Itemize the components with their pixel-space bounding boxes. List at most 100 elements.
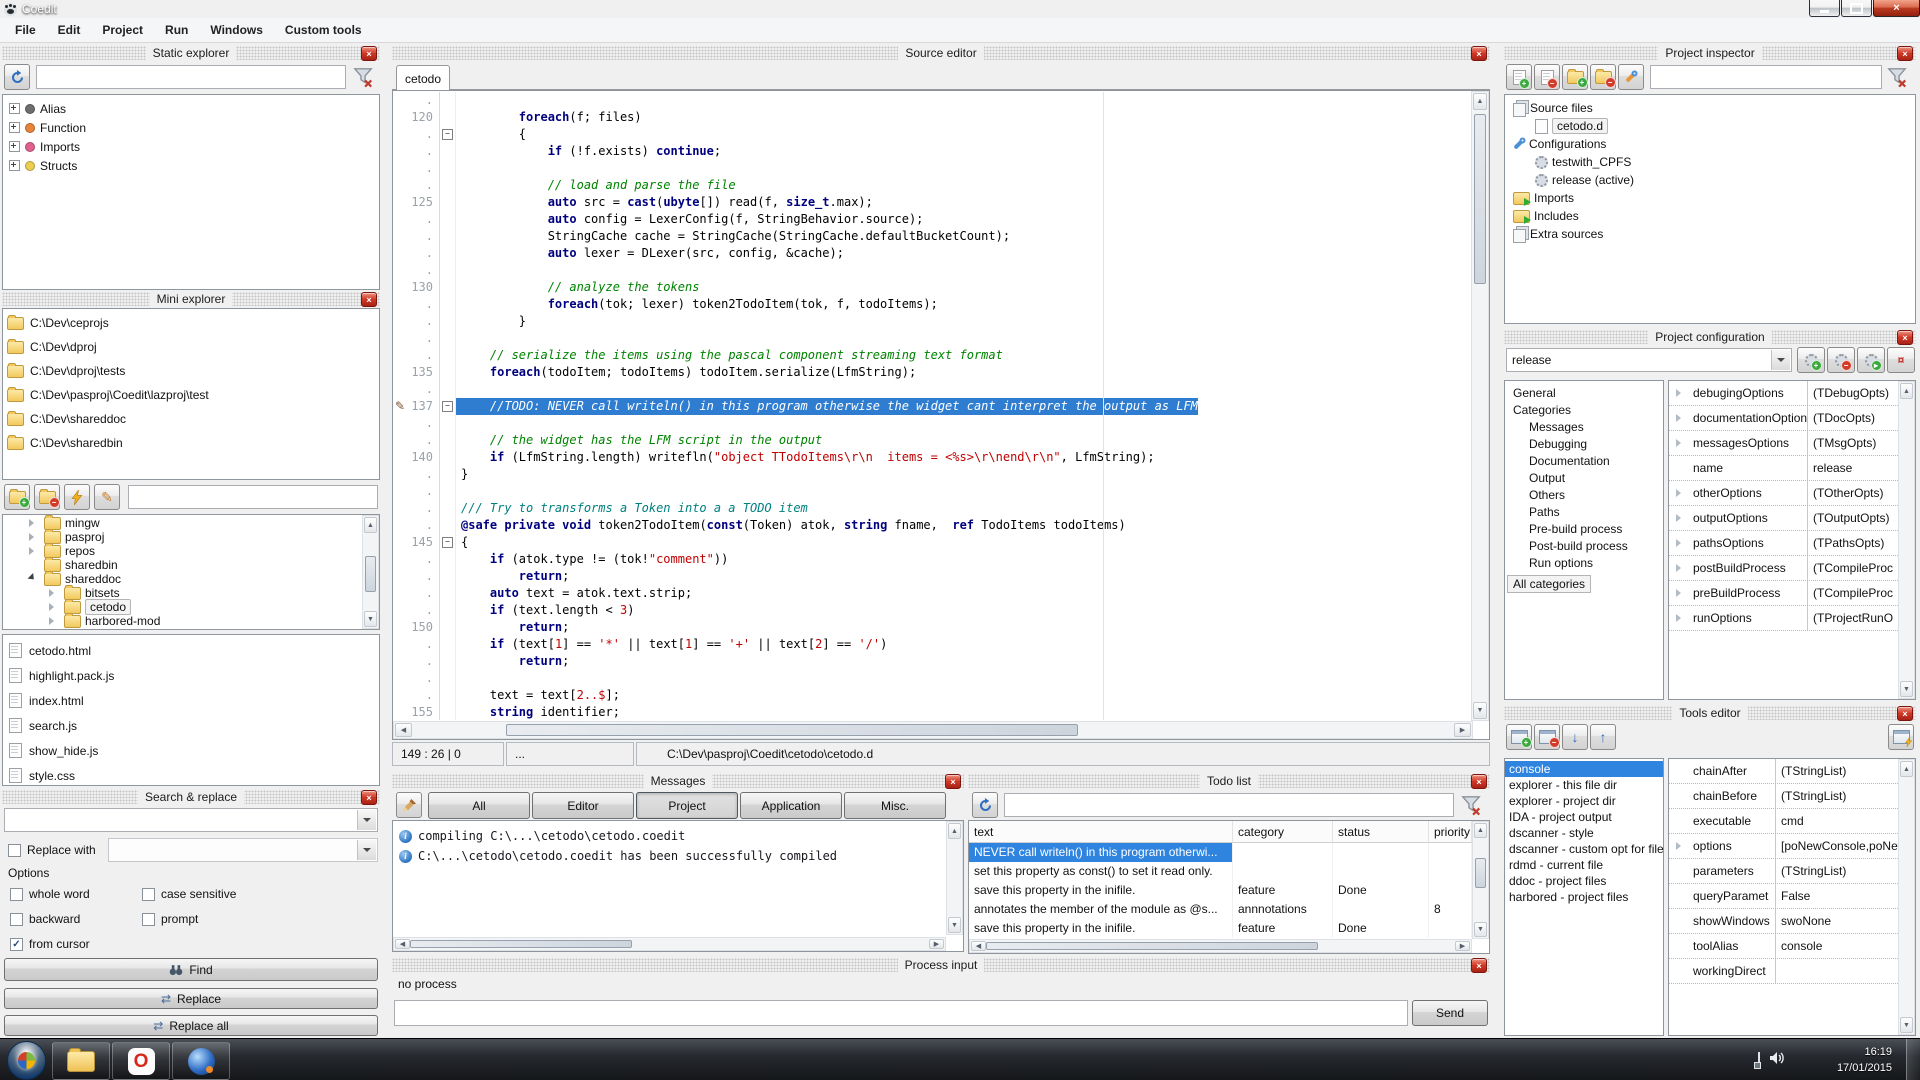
taskbar-clock[interactable]: 16:19 17/01/2015 — [1837, 1044, 1892, 1076]
add-source-button[interactable]: + — [1506, 64, 1532, 90]
expander-icon[interactable] — [1669, 389, 1691, 397]
tool-item-rdmd-current-file[interactable]: rdmd - current file — [1505, 857, 1663, 873]
code-line[interactable]: 130 // analyze the tokens — [393, 279, 1471, 296]
property-row-prebuildprocess[interactable]: preBuildProcess(TCompileProc — [1669, 581, 1898, 606]
collapsed-icon[interactable] — [49, 617, 58, 625]
option-checkbox-whole-word[interactable]: whole word — [10, 886, 142, 902]
editor-vscrollbar[interactable]: ▲ ▼ — [1471, 91, 1489, 721]
close-panel-icon[interactable]: × — [1897, 46, 1913, 61]
configuration-selector[interactable]: release — [1506, 348, 1792, 372]
property-row-executable[interactable]: executablecmd — [1669, 809, 1898, 834]
configuration-categories[interactable]: GeneralCategoriesMessagesDebuggingDocume… — [1504, 380, 1664, 700]
code-line[interactable]: .@safe private void token2TodoItem(const… — [393, 517, 1471, 534]
code-line[interactable]: . — [393, 483, 1471, 500]
tool-item-explorer-project-dir[interactable]: explorer - project dir — [1505, 793, 1663, 809]
tools-vscrollbar[interactable]: ▲ ▼ — [1898, 759, 1915, 1035]
code-line[interactable]: .− { — [393, 126, 1471, 143]
scroll-thumb[interactable] — [1474, 114, 1486, 284]
property-value[interactable]: release — [1808, 461, 1898, 475]
refresh-button[interactable] — [4, 64, 30, 90]
expander-icon[interactable] — [1669, 564, 1691, 572]
todo-row[interactable]: annotates the member of the module as @s… — [969, 900, 1489, 919]
filter-clear-button[interactable] — [352, 66, 374, 88]
expand-plus-icon[interactable] — [9, 160, 20, 171]
tool-item-dscanner-custom-opt-for-file[interactable]: dscanner - custom opt for file — [1505, 841, 1663, 857]
todo-filter-clear-button[interactable] — [1460, 794, 1482, 816]
menu-item-project[interactable]: Project — [91, 18, 154, 42]
collapsed-icon[interactable] — [29, 519, 38, 527]
taskbar-explorer-button[interactable] — [52, 1042, 110, 1080]
code-line[interactable]: . auto config = LexerConfig(f, StringBeh… — [393, 211, 1471, 228]
property-value[interactable]: (TOutputOpts) — [1808, 511, 1898, 525]
doc-file-list[interactable]: cetodo.htmlhighlight.pack.jsindex.htmlse… — [2, 634, 380, 786]
inspector-item-includes[interactable]: Includes — [1505, 207, 1915, 225]
inspector-item-extra-sources[interactable]: Extra sources — [1505, 225, 1915, 243]
category-item-general[interactable]: General — [1505, 385, 1663, 402]
editor-hscrollbar[interactable]: ◀ ▶ — [393, 721, 1473, 739]
scroll-down-icon[interactable]: ▼ — [1900, 1017, 1913, 1033]
expand-plus-icon[interactable] — [9, 122, 20, 133]
replace-history-dropdown[interactable] — [357, 840, 376, 860]
file-item-cetodo-html[interactable]: cetodo.html — [3, 638, 379, 663]
favorite-folder-item[interactable]: C:\Dev\dproj\tests — [3, 359, 379, 383]
scroll-thumb[interactable] — [1475, 858, 1486, 888]
search-history-dropdown[interactable] — [357, 810, 376, 830]
scroll-left-icon[interactable]: ◀ — [971, 941, 986, 951]
close-panel-icon[interactable]: × — [361, 46, 377, 61]
close-panel-icon[interactable]: × — [361, 292, 377, 307]
menu-item-custom-tools[interactable]: Custom tools — [274, 18, 373, 42]
remove-configuration-button[interactable]: − — [1827, 347, 1855, 373]
inspector-item-source-files[interactable]: Source files — [1505, 99, 1915, 117]
folder-tree-scrollbar[interactable]: ▲ ▼ — [362, 515, 379, 629]
property-value[interactable]: (TDocOpts) — [1808, 411, 1898, 425]
tool-item-harbored-project-files[interactable]: harbored - project files — [1505, 889, 1663, 905]
property-value[interactable]: False — [1776, 889, 1898, 903]
checkbox[interactable] — [8, 844, 21, 857]
configuration-dropdown[interactable] — [1771, 350, 1790, 370]
property-row-messagesoptions[interactable]: messagesOptions(TMsgOpts) — [1669, 431, 1898, 456]
category-item-others[interactable]: Others — [1505, 487, 1663, 504]
code-line[interactable]: . — [393, 92, 1471, 109]
property-row-otheroptions[interactable]: otherOptions(TOtherOpts) — [1669, 481, 1898, 506]
tree-folder-harbored-mod[interactable]: harbored-mod — [3, 614, 379, 628]
property-value[interactable]: (TPathsOpts) — [1808, 536, 1898, 550]
option-checkbox-from-cursor[interactable]: ✓from cursor — [10, 936, 142, 952]
category-item-pre-build-process[interactable]: Pre-build process — [1505, 521, 1663, 538]
property-row-chainafter[interactable]: chainAfter(TStringList) — [1669, 759, 1898, 784]
expander-icon[interactable] — [1669, 842, 1691, 850]
process-input-field[interactable] — [394, 1000, 1408, 1026]
inspector-item-configurations[interactable]: Configurations — [1505, 135, 1915, 153]
remove-source-button[interactable]: − — [1534, 64, 1560, 90]
property-value[interactable]: (TStringList) — [1776, 789, 1898, 803]
messages-hscrollbar[interactable]: ◀ ▶ — [393, 937, 946, 951]
property-row-outputoptions[interactable]: outputOptions(TOutputOpts) — [1669, 506, 1898, 531]
expander-icon[interactable] — [1669, 489, 1691, 497]
property-value[interactable]: (TMsgOpts) — [1808, 436, 1898, 450]
code-line[interactable]: . — [393, 160, 1471, 177]
file-item-search-js[interactable]: search.js — [3, 713, 379, 738]
scroll-up-icon[interactable]: ▲ — [948, 823, 961, 839]
scroll-up-icon[interactable]: ▲ — [1900, 761, 1913, 777]
messages-tab-all[interactable]: All — [428, 792, 530, 819]
fold-box-icon[interactable]: − — [442, 129, 453, 140]
scroll-up-icon[interactable]: ▲ — [1900, 383, 1913, 399]
favorite-folder-item[interactable]: C:\Dev\dproj — [3, 335, 379, 359]
property-value[interactable]: cmd — [1776, 814, 1898, 828]
expander-icon[interactable] — [1669, 589, 1691, 597]
close-panel-icon[interactable]: × — [1471, 774, 1487, 789]
run-tool-button[interactable] — [1888, 724, 1914, 750]
code-line[interactable]: 150 return; — [393, 619, 1471, 636]
file-item-style-css[interactable]: style.css — [3, 763, 379, 788]
configuration-grid[interactable]: debugingOptions(TDebugOpts)documentation… — [1668, 380, 1916, 700]
tree-folder-repos[interactable]: repos — [3, 544, 379, 558]
scroll-thumb[interactable] — [365, 556, 376, 592]
config-vscrollbar[interactable]: ▲ ▼ — [1898, 381, 1915, 699]
todo-hscrollbar[interactable]: ◀ ▶ — [969, 939, 1472, 953]
menu-item-edit[interactable]: Edit — [47, 18, 92, 42]
property-value[interactable]: (TProjectRunO — [1808, 611, 1898, 625]
code-line[interactable]: . if (text[1] == '*' || text[1] == '+' |… — [393, 636, 1471, 653]
close-panel-icon[interactable]: × — [1471, 958, 1487, 973]
minimize-button[interactable] — [1809, 0, 1840, 17]
category-item-categories[interactable]: Categories — [1505, 402, 1663, 419]
inspector-item-cetodo-d[interactable]: cetodo.d — [1505, 117, 1915, 135]
